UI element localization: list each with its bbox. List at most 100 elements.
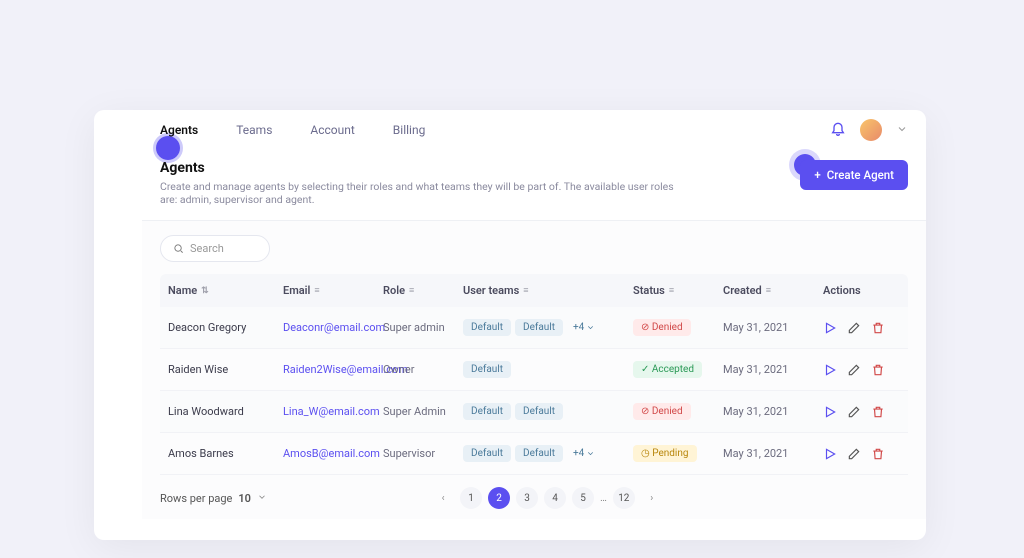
- table-row: Amos Barnes AmosB@email.com Supervisor D…: [160, 433, 908, 475]
- cell-created: May 31, 2021: [723, 447, 823, 460]
- page-ellipsis: …: [600, 493, 607, 504]
- trash-icon[interactable]: [871, 405, 885, 419]
- agents-table: Name⇅ Email≡ Role≡ User teams≡ Status≡ C…: [160, 274, 908, 475]
- edit-icon[interactable]: [847, 363, 861, 377]
- page-4[interactable]: 4: [544, 487, 566, 509]
- cell-status: ⊘ Denied: [633, 403, 723, 420]
- status-badge: ⊘ Denied: [633, 403, 691, 420]
- cell-teams: Default: [463, 361, 633, 378]
- cell-teams: DefaultDefault+4: [463, 319, 633, 336]
- cell-role: Supervisor: [383, 447, 463, 460]
- tab-account[interactable]: Account: [310, 111, 354, 149]
- cell-role: Super admin: [383, 321, 463, 334]
- chevron-down-icon[interactable]: [896, 120, 908, 139]
- cell-email[interactable]: Lina_W@email.com: [283, 405, 383, 418]
- cell-created: May 31, 2021: [723, 405, 823, 418]
- page-3[interactable]: 3: [516, 487, 538, 509]
- team-chip: Default: [515, 403, 563, 420]
- page-5[interactable]: 5: [572, 487, 594, 509]
- page-1[interactable]: 1: [460, 487, 482, 509]
- avatar[interactable]: [860, 119, 882, 141]
- cell-email[interactable]: Deaconr@email.com: [283, 321, 383, 334]
- cell-status: ◷ Pending: [633, 445, 723, 462]
- cell-status: ⊘ Denied: [633, 319, 723, 336]
- cell-email[interactable]: Raiden2Wise@email.com: [283, 363, 383, 376]
- play-icon[interactable]: [823, 363, 837, 377]
- table-row: Lina Woodward Lina_W@email.com Super Adm…: [160, 391, 908, 433]
- cell-role: Owner: [383, 363, 463, 376]
- trash-icon[interactable]: [871, 321, 885, 335]
- team-chip: Default: [463, 361, 511, 378]
- status-badge: ✓ Accepted: [633, 361, 702, 378]
- table-header: Name⇅ Email≡ Role≡ User teams≡ Status≡ C…: [160, 274, 908, 307]
- rows-per-page-label: Rows per page: [160, 492, 232, 505]
- page-header: Agents Create and manage agents by selec…: [142, 150, 926, 220]
- page-2[interactable]: 2: [488, 487, 510, 509]
- cell-name: Lina Woodward: [168, 405, 283, 418]
- team-chip: Default: [463, 319, 511, 336]
- cell-teams: DefaultDefault+4: [463, 445, 633, 462]
- page-subtitle: Create and manage agents by selecting th…: [160, 180, 680, 206]
- col-teams[interactable]: User teams≡: [463, 284, 633, 297]
- sort-icon: ⇅: [201, 286, 209, 296]
- col-status[interactable]: Status≡: [633, 284, 723, 297]
- pagination: Rows per page 10 ‹12345…12›: [160, 487, 908, 509]
- page-next[interactable]: ›: [641, 487, 663, 509]
- play-icon[interactable]: [823, 405, 837, 419]
- play-icon[interactable]: [823, 447, 837, 461]
- col-role[interactable]: Role≡: [383, 284, 463, 297]
- cell-actions: [823, 363, 893, 377]
- cell-created: May 31, 2021: [723, 363, 823, 376]
- table-row: Deacon Gregory Deaconr@email.com Super a…: [160, 307, 908, 349]
- cell-actions: [823, 321, 893, 335]
- tabs: Agents Teams Account Billing: [142, 110, 926, 150]
- create-agent-label: Create Agent: [827, 168, 894, 182]
- edit-icon[interactable]: [847, 447, 861, 461]
- page-12[interactable]: 12: [613, 487, 635, 509]
- cell-created: May 31, 2021: [723, 321, 823, 334]
- table-row: Raiden Wise Raiden2Wise@email.com Owner …: [160, 349, 908, 391]
- page-prev[interactable]: ‹: [432, 487, 454, 509]
- filter-icon: ≡: [669, 285, 674, 296]
- team-chip: Default: [515, 445, 563, 462]
- filter-icon: ≡: [523, 285, 528, 296]
- edit-icon[interactable]: [847, 405, 861, 419]
- trash-icon[interactable]: [871, 363, 885, 377]
- col-actions: Actions: [823, 284, 893, 297]
- team-chip: Default: [515, 319, 563, 336]
- tab-teams[interactable]: Teams: [236, 111, 272, 149]
- search-icon: [173, 243, 184, 254]
- cell-role: Super Admin: [383, 405, 463, 418]
- filter-icon: ≡: [766, 285, 771, 296]
- cell-status: ✓ Accepted: [633, 361, 723, 378]
- col-created[interactable]: Created≡: [723, 284, 823, 297]
- cell-email[interactable]: AmosB@email.com: [283, 447, 383, 460]
- teams-more[interactable]: +4: [567, 319, 601, 336]
- cell-teams: DefaultDefault: [463, 403, 633, 420]
- search-input[interactable]: Search: [160, 235, 270, 262]
- status-badge: ⊘ Denied: [633, 319, 691, 336]
- cell-actions: [823, 447, 893, 461]
- team-chip: Default: [463, 403, 511, 420]
- plus-icon: +: [814, 168, 820, 182]
- cell-name: Deacon Gregory: [168, 321, 283, 334]
- team-chip: Default: [463, 445, 511, 462]
- cell-name: Raiden Wise: [168, 363, 283, 376]
- bell-icon[interactable]: [830, 120, 846, 140]
- chevron-down-icon[interactable]: [257, 492, 267, 505]
- create-agent-button[interactable]: + Create Agent: [800, 160, 908, 190]
- search-placeholder: Search: [190, 242, 224, 255]
- edit-icon[interactable]: [847, 321, 861, 335]
- tab-agents[interactable]: Agents: [160, 111, 198, 149]
- cell-actions: [823, 405, 893, 419]
- trash-icon[interactable]: [871, 447, 885, 461]
- tab-billing[interactable]: Billing: [393, 111, 426, 149]
- col-email[interactable]: Email≡: [283, 284, 383, 297]
- page-title: Agents: [160, 160, 680, 176]
- filter-icon: ≡: [409, 285, 414, 296]
- teams-more[interactable]: +4: [567, 445, 601, 462]
- play-icon[interactable]: [823, 321, 837, 335]
- col-name[interactable]: Name⇅: [168, 284, 283, 297]
- cell-name: Amos Barnes: [168, 447, 283, 460]
- rows-per-page-value[interactable]: 10: [238, 492, 251, 505]
